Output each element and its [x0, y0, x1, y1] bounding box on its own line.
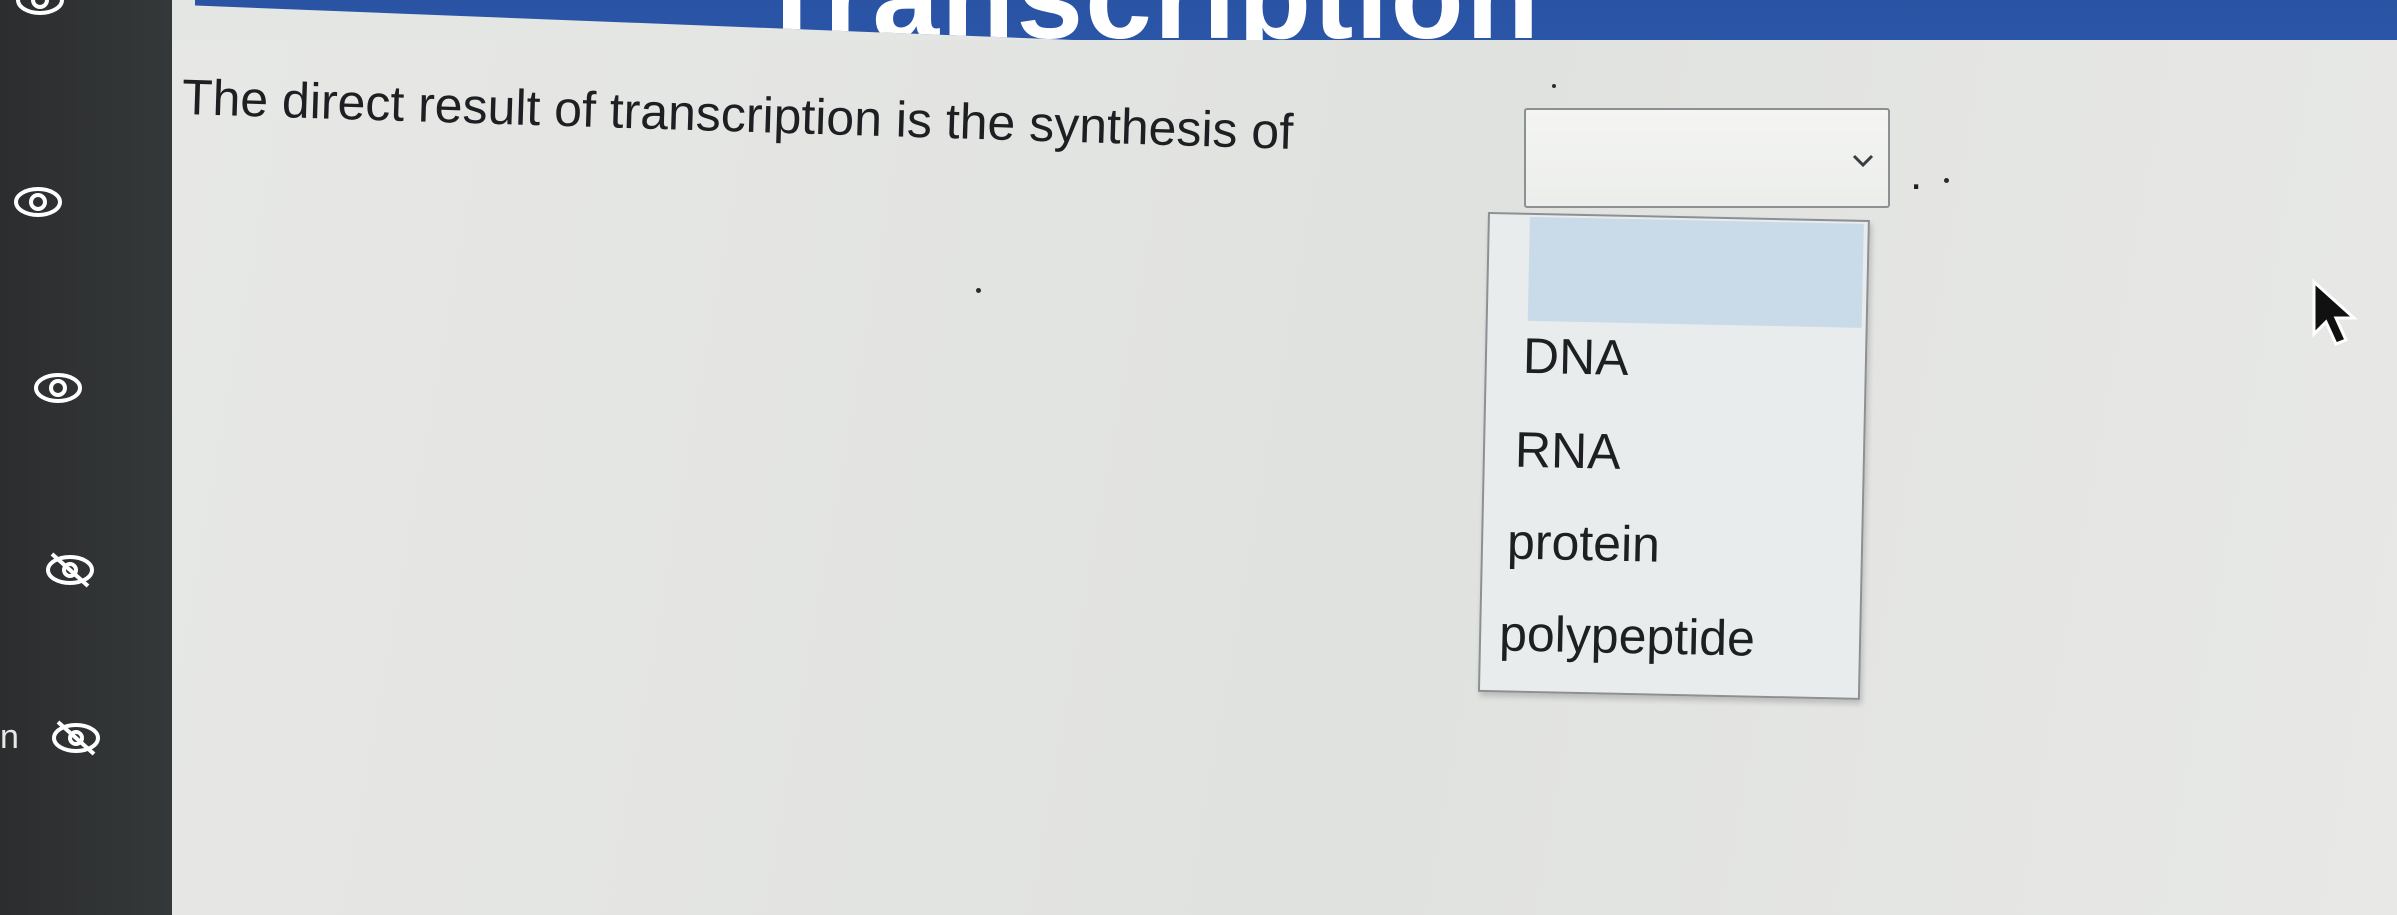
select-dropdown-list: DNA RNA protein polypeptide: [1477, 212, 1870, 700]
eye-slash-icon[interactable]: [44, 716, 108, 760]
dropdown-option-blank[interactable]: [1527, 216, 1864, 328]
sidebar: n: [0, 0, 172, 915]
answer-select[interactable]: [1524, 108, 1890, 208]
sidebar-partial-label: n: [0, 718, 19, 756]
dust-speck: [1552, 84, 1556, 88]
chevron-down-icon: [1852, 154, 1874, 168]
dust-speck: [976, 288, 981, 293]
trailing-punctuation: .: [1910, 150, 1923, 199]
question-area: [172, 40, 2397, 915]
eye-icon[interactable]: [6, 180, 70, 224]
eye-slash-icon[interactable]: [38, 548, 102, 592]
dropdown-option-rna[interactable]: RNA: [1514, 421, 1621, 481]
eye-icon[interactable]: [26, 366, 90, 410]
dropdown-option-dna[interactable]: DNA: [1522, 327, 1629, 387]
mouse-cursor-icon: [2312, 278, 2358, 346]
dropdown-option-polypeptide[interactable]: polypeptide: [1499, 604, 1756, 667]
dust-speck: [1944, 178, 1949, 183]
eye-icon[interactable]: [8, 0, 72, 22]
dropdown-option-protein[interactable]: protein: [1506, 512, 1661, 573]
